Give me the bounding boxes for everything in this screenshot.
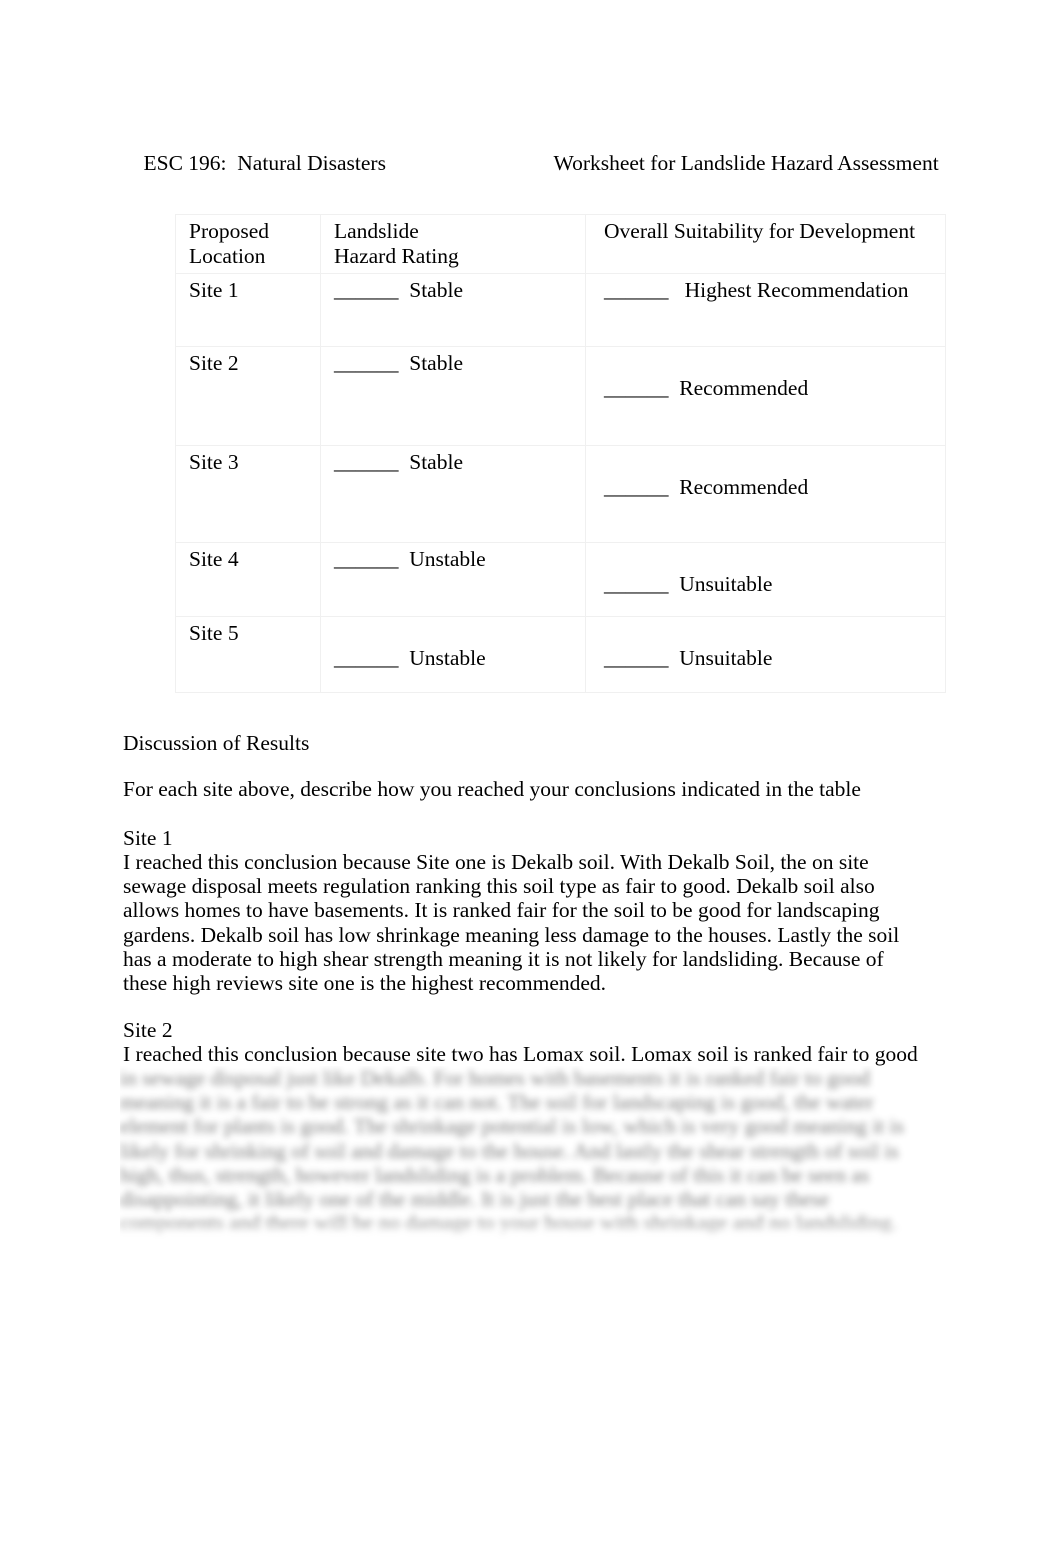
hazard-rating-blank[interactable]: ______ — [334, 278, 399, 302]
site1-heading: Site 1 — [123, 826, 173, 850]
site-location-label: Site 2 — [189, 351, 239, 375]
header-location-label: Proposed Location — [189, 219, 270, 268]
hazard-rating-label: Stable — [409, 450, 463, 474]
site-location-label: Site 3 — [189, 450, 239, 474]
document-header: ESC 196: Natural Disasters Worksheet for … — [122, 124, 942, 202]
site-location-cell: Site 3 — [175, 445, 321, 543]
suitability-label: Highest Recommendation — [684, 278, 909, 302]
suitability-label: Recommended — [679, 475, 809, 499]
suitability-cell[interactable]: ______ Recommended — [585, 445, 946, 543]
header-suitability-label: Overall Suitability for Development — [604, 219, 916, 243]
site-location-cell: Site 5 — [175, 616, 321, 693]
site1-answer-text: I reached this conclusion because Site o… — [123, 850, 900, 996]
hazard-rating-blank[interactable]: ______ — [334, 547, 399, 571]
hazard-rating-label: Stable — [409, 351, 463, 375]
blurred-text-region: in sewage disposal just like Dekalb. For… — [120, 1066, 925, 1246]
table-row: Site 3 ______ Stable ______ Recommended — [175, 445, 946, 543]
hazard-rating-blank[interactable]: ______ — [334, 351, 399, 375]
site2-heading-block: Site 2 — [123, 1018, 923, 1042]
cell-spacer — [604, 351, 945, 376]
suitability-label: Unsuitable — [679, 646, 773, 670]
site-location-label: Site 4 — [189, 547, 239, 571]
cell-spacer — [334, 621, 585, 646]
landslide-hazard-table: Proposed Location Landslide Hazard Ratin… — [175, 214, 946, 693]
instruction-block: For each site above, describe how you re… — [123, 777, 923, 801]
table-row: Site 1 ______ Stable ______ Highest Reco… — [175, 273, 946, 347]
cell-spacer — [604, 450, 945, 475]
site-location-cell: Site 4 — [175, 542, 321, 617]
hazard-rating-cell[interactable]: ______ Unstable — [320, 616, 586, 693]
site1-paragraph-block: I reached this conclusion because Site o… — [123, 850, 928, 995]
site-location-cell: Site 2 — [175, 346, 321, 446]
site2-heading: Site 2 — [123, 1018, 173, 1042]
hazard-rating-label: Stable — [409, 278, 463, 302]
table-row: Site 2 ______ Stable ______ Recommended — [175, 346, 946, 446]
header-cell-rating: Landslide Hazard Rating — [320, 214, 586, 274]
hazard-rating-label: Unstable — [409, 646, 486, 670]
instruction-text: For each site above, describe how you re… — [123, 777, 861, 801]
suitability-cell[interactable]: ______ Unsuitable — [585, 542, 946, 617]
hazard-rating-cell[interactable]: ______ Stable — [320, 273, 586, 347]
site-location-label: Site 1 — [189, 278, 239, 302]
site-location-cell: Site 1 — [175, 273, 321, 347]
suitability-blank[interactable]: ______ — [604, 646, 669, 670]
suitability-blank[interactable]: ______ — [604, 475, 669, 499]
cell-spacer — [604, 547, 945, 572]
header-cell-location: Proposed Location — [175, 214, 321, 274]
course-label: ESC 196: Natural Disasters — [143, 151, 386, 175]
site-location-label: Site 5 — [189, 621, 239, 645]
suitability-blank[interactable]: ______ — [604, 376, 669, 400]
site1-heading-block: Site 1 — [123, 826, 923, 850]
cell-spacer — [604, 621, 945, 646]
suitability-cell[interactable]: ______ Unsuitable — [585, 616, 946, 693]
header-rating-label: Landslide Hazard Rating — [334, 219, 459, 268]
suitability-blank[interactable]: ______ — [604, 572, 669, 596]
table-row: Site 4 ______ Unstable ______ Unsuitable — [175, 542, 946, 617]
suitability-cell[interactable]: ______ Recommended — [585, 346, 946, 446]
discussion-heading-block: Discussion of Results — [123, 731, 923, 755]
hazard-rating-blank[interactable]: ______ — [334, 646, 399, 670]
worksheet-title: Worksheet for Landslide Hazard Assessmen… — [553, 151, 939, 175]
hazard-rating-label: Unstable — [409, 547, 486, 571]
suitability-blank[interactable]: ______ — [604, 278, 669, 302]
blurred-paragraph-text: in sewage disposal just like Dekalb. For… — [120, 1066, 905, 1236]
table-row: Site 5 ______ Unstable ______ Unsuitable — [175, 616, 946, 693]
suitability-label: Unsuitable — [679, 572, 773, 596]
document-page: ESC 196: Natural Disasters Worksheet for … — [0, 0, 1062, 1561]
header-cell-suitability: Overall Suitability for Development — [585, 214, 946, 274]
hazard-rating-cell[interactable]: ______ Unstable — [320, 542, 586, 617]
suitability-cell[interactable]: ______ Highest Recommendation — [585, 273, 946, 347]
site2-answer-text: I reached this conclusion because site t… — [123, 1042, 918, 1066]
discussion-heading: Discussion of Results — [123, 731, 310, 755]
hazard-rating-cell[interactable]: ______ Stable — [320, 445, 586, 543]
hazard-rating-blank[interactable]: ______ — [334, 450, 399, 474]
site2-paragraph-block: I reached this conclusion because site t… — [123, 1042, 928, 1066]
table-header-row: Proposed Location Landslide Hazard Ratin… — [175, 214, 946, 274]
suitability-label: Recommended — [679, 376, 809, 400]
hazard-rating-cell[interactable]: ______ Stable — [320, 346, 586, 446]
